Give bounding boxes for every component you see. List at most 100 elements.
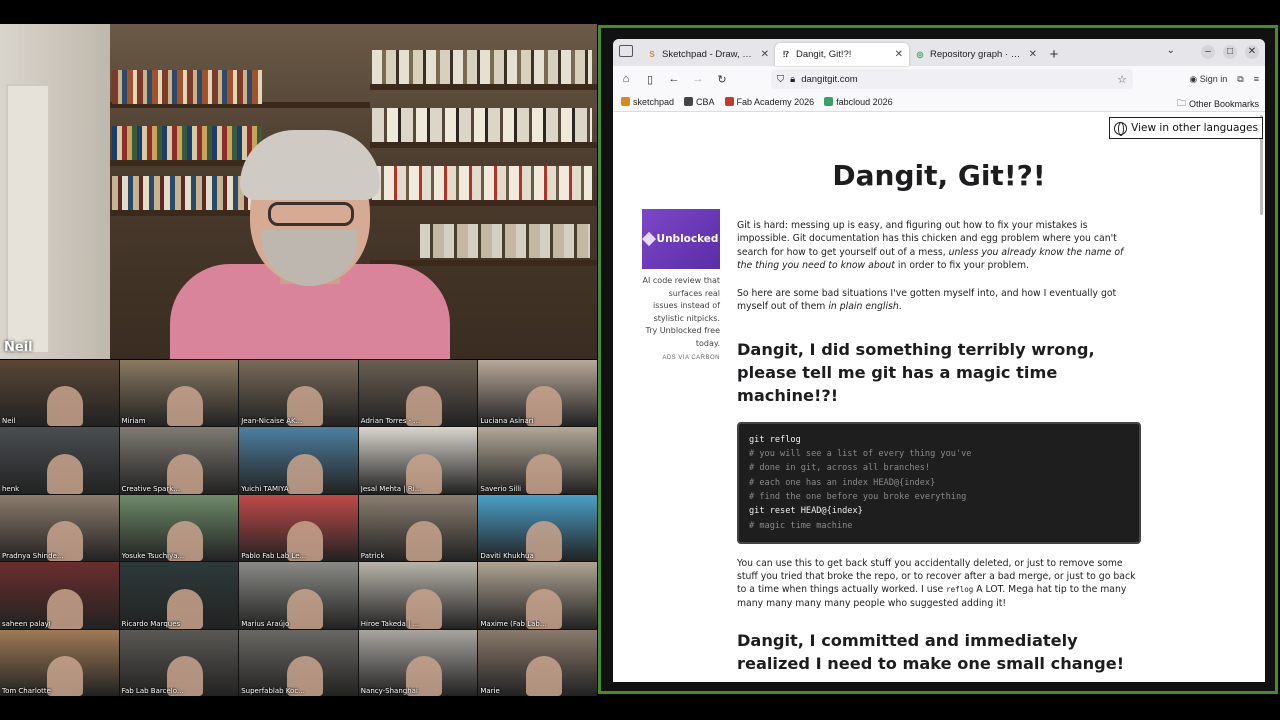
sketchpad-favicon-icon: S — [649, 49, 655, 59]
participant-tile[interactable]: saheen palayi — [0, 562, 119, 629]
browser-window: S Sketchpad - Draw, Create ✕ ⁉ Dangit, G… — [613, 39, 1265, 682]
close-tab-icon[interactable]: ✕ — [895, 49, 903, 60]
web-page: View in other languages Dangit, Git!?! U… — [613, 113, 1265, 682]
view-in-other-languages-button[interactable]: View in other languages — [1109, 117, 1263, 139]
section-paragraph: You can use this to get back stuff you a… — [737, 557, 1136, 609]
participant-name: Maxime (Fab Lab... — [480, 619, 547, 628]
intro-paragraph-2: So here are some bad situations I've got… — [737, 288, 1117, 313]
globe-icon — [1114, 121, 1128, 136]
participant-tile[interactable]: Creative Spark... — [119, 427, 239, 494]
tab-dangit-git[interactable]: ⁉ Dangit, Git!?! ✕ — [775, 43, 909, 66]
sign-in-button[interactable]: ◉ Sign in — [1189, 74, 1227, 85]
tab-overview-icon[interactable] — [619, 45, 633, 57]
code-comment-line: # each one has an index HEAD@{index} — [749, 477, 936, 488]
section-heading-small-change: Dangit, I committed and immediately real… — [737, 631, 1125, 674]
participant-tile[interactable]: Nancy-Shanghai — [358, 629, 478, 696]
fab-academy-bookmark-icon — [724, 97, 734, 106]
code-comment-line: # find the one before you broke everythi… — [749, 491, 967, 502]
sidebar-icon[interactable]: ▯ — [643, 73, 657, 86]
unblocked-cube-icon — [641, 231, 656, 247]
code-block: git reflog # you will see a list of every… — [737, 421, 1141, 544]
participant-tile[interactable]: Pablo Fab Lab Le... — [239, 494, 358, 562]
other-bookmarks-folder[interactable]: 🗀 Other Bookmarks — [1177, 96, 1259, 112]
participant-name: Patrick — [360, 552, 385, 561]
menu-icon[interactable]: ≡ — [1254, 74, 1259, 84]
participant-name: Marius Araújo — [241, 619, 290, 628]
participant-tile[interactable]: Neil — [0, 360, 119, 427]
article: Git is hard: messing up is easy, and fig… — [737, 219, 1141, 682]
participant-name: Fab Lab Barcelo... — [121, 687, 184, 695]
forward-icon[interactable]: → — [691, 73, 705, 85]
home-icon[interactable]: ⌂ — [619, 73, 633, 85]
url-bar[interactable]: ⛉ 🔒︎ dangitgit.com ☆ — [771, 69, 1133, 89]
participant-name: Hiroe Takeda | ... — [360, 619, 420, 628]
intro-paragraph: Git is hard: messing up is easy, and fig… — [737, 220, 1124, 271]
extensions-icon[interactable]: ⧉ — [1237, 74, 1243, 85]
lock-icon[interactable]: 🔒︎ — [790, 74, 795, 85]
participant-name: Neil — [2, 417, 16, 426]
participant-tile[interactable]: Ricardo Marques — [119, 562, 239, 629]
minimize-icon[interactable]: – — [1201, 45, 1215, 59]
participant-tile[interactable]: Yosuke Tsuchiya... — [119, 494, 239, 562]
url-text: dangitgit.com — [801, 73, 858, 85]
participant-tile[interactable]: Saverio Silli — [478, 427, 597, 494]
participant-tile[interactable]: Miriam — [119, 360, 239, 427]
inline-code: reflog — [946, 585, 974, 595]
bookmark-star-icon[interactable]: ☆ — [1117, 73, 1127, 86]
new-tab-button[interactable]: + — [1043, 43, 1065, 66]
code-command-line: git reset HEAD@{index} — [749, 506, 863, 517]
participant-tile[interactable]: Yuichi TAMIYA — [239, 427, 358, 494]
close-tab-icon[interactable]: ✕ — [761, 49, 769, 60]
close-tab-icon[interactable]: ✕ — [1029, 49, 1037, 60]
participant-name: Ricardo Marques — [121, 619, 181, 628]
window-controls: – □ ✕ — [1201, 45, 1259, 59]
participant-name: Tom Charlotte — [2, 687, 51, 695]
shared-screen-frame: S Sketchpad - Draw, Create ✕ ⁉ Dangit, G… — [598, 25, 1278, 694]
participant-tile[interactable]: henk — [0, 427, 119, 494]
books — [372, 50, 592, 84]
participant-name: Luciana Asinari — [480, 417, 534, 426]
participant-tile[interactable]: Patrick — [358, 494, 478, 562]
participant-tile[interactable]: Pradnya Shinde... — [0, 494, 119, 562]
reload-icon[interactable]: ↻ — [715, 73, 729, 86]
participant-tile[interactable]: Marius Araújo — [239, 562, 358, 629]
participant-name: saheen palayi — [2, 619, 51, 628]
unblocked-ad-logo[interactable]: Unblocked — [641, 209, 720, 269]
participant-tile[interactable]: Superfablab Koc... — [239, 629, 358, 696]
participant-tile[interactable]: Daviti Khukhua — [478, 494, 597, 562]
participant-tile[interactable]: Hiroe Takeda | ... — [358, 562, 478, 629]
close-window-icon[interactable]: ✕ — [1245, 45, 1259, 59]
participant-tile[interactable]: Tom Charlotte — [0, 629, 119, 696]
participant-tile[interactable]: Jean-Nicaise AK... — [239, 360, 358, 427]
participant-tile[interactable]: Adrian Torres - ... — [358, 360, 478, 427]
back-icon[interactable]: ← — [667, 73, 681, 85]
tab-bar: S Sketchpad - Draw, Create ✕ ⁉ Dangit, G… — [613, 39, 1265, 66]
participant-tile[interactable]: Maxime (Fab Lab... — [478, 562, 597, 629]
speaker-video[interactable]: Neil — [0, 24, 597, 359]
carbon-ad[interactable]: Unblocked AI code review that surfaces r… — [641, 209, 720, 361]
shield-icon[interactable]: ⛉ — [777, 74, 784, 85]
ad-copy[interactable]: AI code review that surfaces real issues… — [642, 275, 720, 350]
list-tabs-chevron-icon[interactable]: ⌄ — [1167, 45, 1175, 56]
code-comment-line: # you will see a list of every thing you… — [749, 449, 972, 460]
participant-name: Jesal Mehta | Ri... — [360, 484, 422, 493]
fabcloud-bookmark-icon — [824, 97, 834, 106]
bookmark-sketchpad[interactable]: sketchpad — [621, 97, 674, 107]
participant-tile[interactable]: Marie — [478, 629, 597, 696]
participant-tile[interactable]: Luciana Asinari — [478, 360, 597, 427]
participant-tile[interactable]: Fab Lab Barcelo... — [119, 629, 239, 696]
cba-bookmark-icon — [684, 97, 694, 106]
books — [112, 70, 262, 104]
page-title: Dangit, Git!?! — [832, 159, 1046, 192]
tab-repository-graph[interactable]: ◎ Repository graph · main ✕ — [909, 43, 1043, 66]
ads-via-carbon-link[interactable]: ADS VIA CARBON — [642, 355, 720, 361]
bookshelf — [370, 84, 597, 90]
tab-sketchpad[interactable]: S Sketchpad - Draw, Create ✕ — [641, 43, 775, 66]
folder-icon: 🗀 — [1176, 98, 1186, 108]
bookmark-cba[interactable]: CBA — [684, 97, 715, 107]
participant-tile[interactable]: Jesal Mehta | Ri... — [358, 427, 478, 494]
bookmark-fab-academy[interactable]: Fab Academy 2026 — [724, 97, 814, 107]
participant-name: henk — [2, 484, 20, 493]
bookmark-fabcloud[interactable]: fabcloud 2026 — [824, 97, 893, 107]
maximize-icon[interactable]: □ — [1223, 45, 1237, 59]
